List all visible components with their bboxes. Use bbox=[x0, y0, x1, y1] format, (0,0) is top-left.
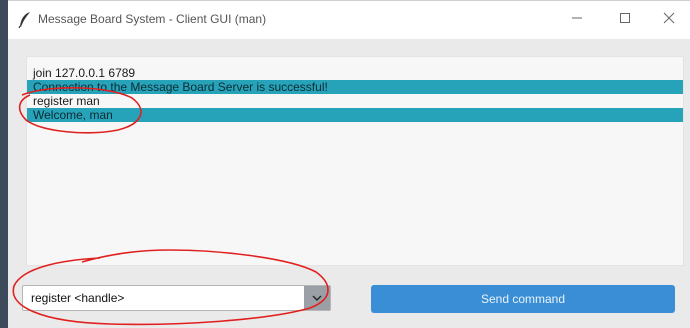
message-log[interactable]: join 127.0.0.1 6789 Connection to the Me… bbox=[26, 56, 684, 266]
message-line-highlighted: Welcome, man bbox=[27, 108, 683, 122]
command-dropdown-value[interactable]: register <handle> bbox=[31, 291, 124, 305]
title-bar: Message Board System - Client GUI (man) bbox=[8, 1, 690, 39]
command-dropdown[interactable]: register <handle> bbox=[22, 285, 331, 311]
app-window: Message Board System - Client GUI (man) … bbox=[8, 0, 690, 328]
message-line: register man bbox=[33, 94, 100, 108]
maximize-icon bbox=[619, 11, 631, 29]
dropdown-toggle[interactable] bbox=[304, 286, 330, 310]
send-command-button[interactable]: Send command bbox=[371, 285, 675, 313]
minimize-icon bbox=[571, 11, 583, 29]
desktop-background bbox=[0, 0, 8, 328]
minimize-button[interactable] bbox=[554, 1, 600, 39]
feather-icon bbox=[18, 11, 32, 29]
close-button[interactable] bbox=[646, 1, 690, 39]
maximize-button[interactable] bbox=[602, 1, 648, 39]
chevron-down-icon bbox=[312, 289, 322, 307]
window-title: Message Board System - Client GUI (man) bbox=[38, 12, 267, 26]
message-line: join 127.0.0.1 6789 bbox=[33, 66, 136, 80]
close-icon bbox=[663, 11, 675, 29]
message-line-highlighted: Connection to the Message Board Server i… bbox=[27, 80, 683, 94]
